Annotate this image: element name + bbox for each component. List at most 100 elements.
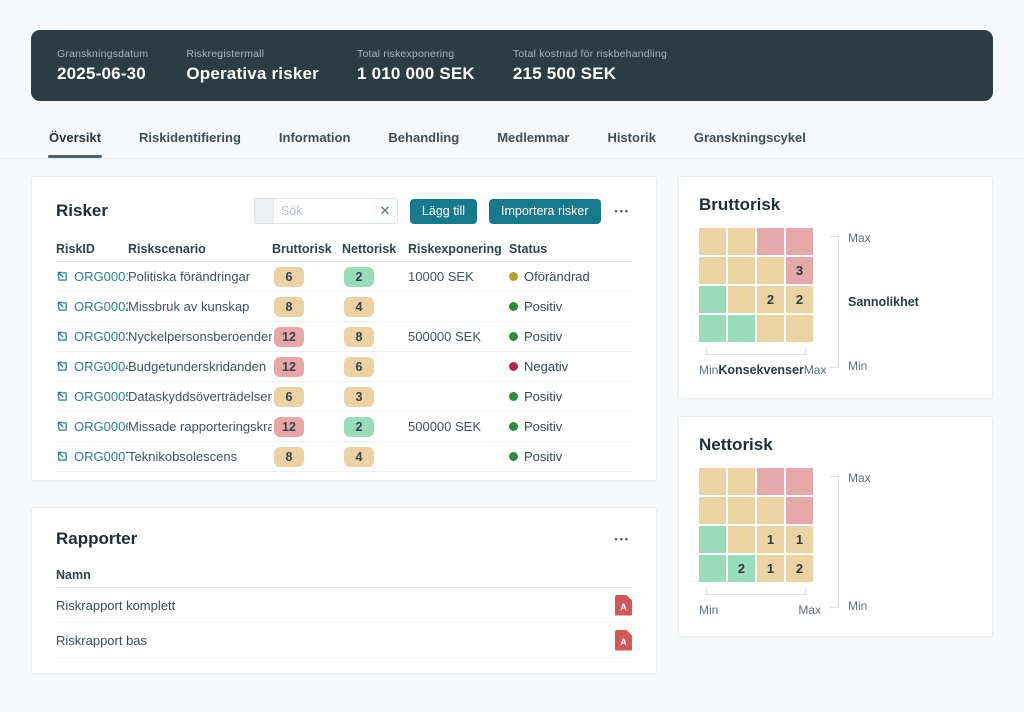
risk-exposure: 500000 SEK	[408, 329, 509, 344]
y-axis-bracket	[830, 236, 839, 368]
risk-scenario: Nyckelpersonsberoenden	[128, 329, 272, 344]
net-risk-panel: Nettorisk 11212 Min Max Max Min	[678, 416, 993, 637]
more-options-icon[interactable]: •••	[613, 202, 632, 220]
tab-information[interactable]: Information	[278, 120, 352, 158]
summary-stat-value: 215 500 SEK	[513, 64, 667, 84]
status-badge: Positiv	[509, 299, 632, 314]
tab-medlemmar[interactable]: Medlemmar	[496, 120, 570, 158]
column-header: Bruttorisk	[272, 242, 342, 256]
table-row[interactable]: ORG0005 Dataskyddsöverträdelser 6 3 Posi…	[56, 382, 632, 412]
clear-search-icon[interactable]: ✕	[373, 199, 397, 223]
column-header: RiskID	[56, 242, 128, 256]
gross-risk-badge: 6	[274, 387, 304, 407]
import-risks-button[interactable]: Importera risker	[489, 199, 601, 224]
table-row[interactable]: ORG0006 Missade rapporteringskrav 12 2 5…	[56, 412, 632, 442]
matrix-cell	[728, 315, 755, 342]
reports-more-options-icon[interactable]: •••	[613, 530, 632, 548]
y-axis-max-label: Max	[848, 471, 871, 485]
tab-granskningscykel[interactable]: Granskningscykel	[693, 120, 807, 158]
risks-table-header: RiskIDRiskscenarioBruttoriskNettoriskRis…	[56, 237, 632, 262]
risk-scenario: Missade rapporteringskrav	[128, 419, 272, 434]
risk-scenario: Politiska förändringar	[128, 269, 272, 284]
x-axis-bracket	[706, 588, 806, 595]
risk-id-link[interactable]: ORG0004	[74, 359, 128, 374]
matrix-cell: 1	[786, 526, 813, 553]
summary-stat-value: Operativa risker	[186, 64, 319, 84]
status-badge: Positiv	[509, 329, 632, 344]
matrix-cell	[728, 497, 755, 524]
matrix-cell	[728, 228, 755, 255]
column-header: Riskexponering	[408, 242, 509, 256]
risk-id-link[interactable]: ORG0001	[74, 269, 128, 284]
summary-bar: Granskningsdatum 2025-06-30 Riskregister…	[31, 30, 993, 101]
search-box: ✕	[254, 198, 398, 224]
matrix-cell	[728, 526, 755, 553]
risk-scenario: Missbruk av kunskap	[128, 299, 272, 314]
risk-id-link[interactable]: ORG0005	[74, 389, 128, 404]
risks-table: RiskIDRiskscenarioBruttoriskNettoriskRis…	[56, 237, 632, 472]
search-input[interactable]	[274, 199, 373, 223]
risk-id-link[interactable]: ORG0003	[74, 329, 128, 344]
add-risk-button[interactable]: Lägg till	[410, 199, 477, 224]
matrix-cell	[757, 257, 784, 284]
summary-stat-label: Total riskexponering	[357, 48, 475, 60]
table-row[interactable]: ORG0002 Missbruk av kunskap 8 4 Positiv	[56, 292, 632, 322]
search-lead-segment	[255, 199, 274, 223]
net-risk-badge: 2	[344, 267, 374, 287]
y-axis-bracket	[830, 476, 839, 608]
matrix-cell	[699, 497, 726, 524]
risks-table-body: ORG0001 Politiska förändringar 6 2 10000…	[56, 262, 632, 472]
reports-panel-title: Rapporter	[56, 529, 137, 549]
matrix-cell	[728, 257, 755, 284]
tab-riskidentifiering[interactable]: Riskidentifiering	[138, 120, 242, 158]
matrix-cell: 1	[757, 555, 784, 582]
matrix-cell: 2	[786, 555, 813, 582]
tab-historik[interactable]: Historik	[606, 120, 656, 158]
matrix-cell	[786, 468, 813, 495]
tab-behandling[interactable]: Behandling	[387, 120, 460, 158]
summary-stat-value: 1 010 000 SEK	[357, 64, 475, 84]
matrix-cell	[699, 257, 726, 284]
report-row[interactable]: Riskrapport komplett A	[56, 588, 632, 623]
status-badge: Negativ	[509, 359, 632, 374]
open-risk-icon	[56, 450, 69, 463]
status-dot-icon	[509, 302, 518, 311]
reports-column-name: Namn	[56, 568, 91, 582]
status-dot-icon	[509, 332, 518, 341]
table-row[interactable]: ORG0007 Teknikobsolescens 8 4 Positiv	[56, 442, 632, 472]
risk-id-link[interactable]: ORG0007	[74, 449, 128, 464]
matrix-cell	[699, 555, 726, 582]
table-row[interactable]: ORG0003 Nyckelpersonsberoenden 12 8 5000…	[56, 322, 632, 352]
matrix-cell	[786, 497, 813, 524]
net-risk-badge: 3	[344, 387, 374, 407]
gross-risk-badge: 12	[274, 327, 304, 347]
status-dot-icon	[509, 392, 518, 401]
tab--versikt[interactable]: Översikt	[48, 120, 102, 158]
reports-panel: Rapporter ••• Namn Riskrapport komplett …	[31, 507, 657, 674]
x-axis-min-label: Min	[699, 363, 718, 377]
pdf-file-icon[interactable]: A	[615, 630, 632, 651]
risk-id-link[interactable]: ORG0006	[74, 419, 128, 434]
pdf-file-icon[interactable]: A	[615, 595, 632, 616]
summary-stat: Granskningsdatum 2025-06-30	[57, 48, 148, 84]
gross-risk-panel: Bruttorisk 322 Min Konsekvenser Max Max …	[678, 176, 993, 399]
risk-id-link[interactable]: ORG0002	[74, 299, 128, 314]
x-axis-min-label: Min	[699, 603, 718, 617]
table-row[interactable]: ORG0004 Budgetunderskridanden 12 6 Negat…	[56, 352, 632, 382]
risk-exposure: 10000 SEK	[408, 269, 509, 284]
gross-risk-badge: 12	[274, 357, 304, 377]
net-risk-matrix: 11212	[699, 468, 821, 582]
matrix-cell	[786, 228, 813, 255]
net-risk-badge: 4	[344, 447, 374, 467]
matrix-cell	[728, 286, 755, 313]
status-badge: Oförändrad	[509, 269, 632, 284]
summary-stat-label: Total kostnad för riskbehandling	[513, 48, 667, 60]
y-axis-min-label: Min	[848, 599, 871, 613]
matrix-cell	[757, 228, 784, 255]
gross-risk-badge: 8	[274, 297, 304, 317]
risk-scenario: Budgetunderskridanden	[128, 359, 272, 374]
report-row[interactable]: Riskrapport bas A	[56, 623, 632, 658]
risks-panel: Risker ✕ Lägg till Importera risker ••• …	[31, 176, 657, 481]
column-header: Riskscenario	[128, 242, 272, 256]
table-row[interactable]: ORG0001 Politiska förändringar 6 2 10000…	[56, 262, 632, 292]
